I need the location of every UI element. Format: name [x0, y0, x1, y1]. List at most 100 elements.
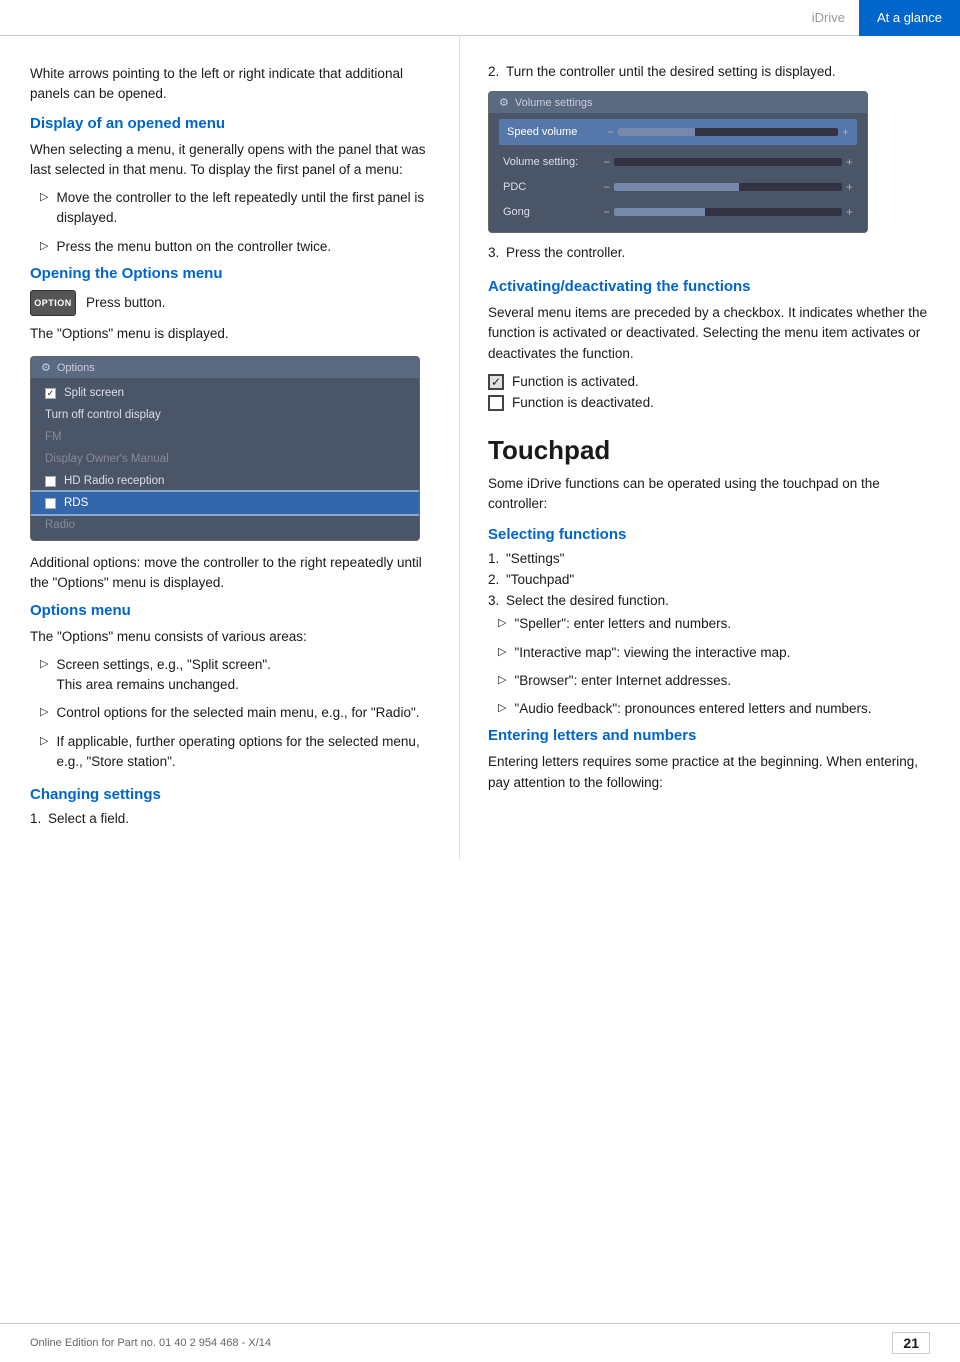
turn-off-label: Turn off control display [45, 409, 161, 421]
gong-label: Gong [503, 206, 603, 218]
right-step-3: 3. Press the controller. [488, 245, 930, 260]
options-bullet-3-main: If applicable, further operating options… [56, 732, 431, 773]
options-menu-desc-heading: Options menu [30, 602, 431, 619]
gong-plus: + [846, 205, 853, 219]
checkbox-rds [45, 498, 56, 509]
options-menu-screenshot: ⚙ Options ✓ Split screen Turn off contro… [30, 356, 420, 541]
volume-body: Speed volume − + Volume setting: − [489, 113, 867, 232]
volume-setting-bar-wrap: − + [603, 155, 853, 169]
pdc-bar-wrap: − + [603, 180, 853, 194]
options-title-icon: ⚙ [41, 361, 51, 374]
footer-online-text: Online Edition for Part no. 01 40 2 954 … [30, 1337, 271, 1349]
selecting-functions-heading: Selecting functions [488, 526, 930, 543]
right-step-2-num: 2. [488, 64, 506, 79]
sel-arrow-3: ▷ [498, 673, 506, 691]
func-deactivated-row: Function is deactivated. [488, 395, 930, 411]
vol-setting-plus: + [846, 155, 853, 169]
func-activated-text: Function is activated. [512, 374, 639, 389]
activating-body: Several menu items are preceded by a che… [488, 303, 930, 364]
volume-title-text: Volume settings [515, 97, 593, 109]
func-unchecked-icon [488, 395, 504, 411]
pdc-minus: − [603, 180, 610, 194]
menu-displayed-text: The "Options" menu is displayed. [30, 324, 431, 344]
sel-num-2: 2. [488, 572, 506, 587]
press-button-text: Press button. [86, 295, 166, 310]
right-step-3-text: Press the controller. [506, 245, 625, 260]
func-deactivated-text: Function is deactivated. [512, 395, 654, 410]
options-bullet-1: ▷ Screen settings, e.g., "Split screen".… [40, 655, 431, 696]
touchpad-body: Some iDrive functions can be operated us… [488, 474, 930, 515]
options-menu-desc-body: The "Options" menu consists of various a… [30, 627, 431, 647]
volume-title-icon: ⚙ [499, 96, 509, 109]
activating-heading: Activating/deactivating the functions [488, 278, 930, 295]
sel-bullet-3-text: "Browser": enter Internet addresses. [514, 671, 731, 691]
options-arrow-2: ▷ [40, 705, 48, 723]
options-menu-desc-section: Options menu The "Options" menu consists… [30, 602, 431, 773]
volume-title-bar: ⚙ Volume settings [489, 92, 867, 113]
display-opened-menu-heading: Display of an opened menu [30, 115, 431, 132]
menu-row-rds: RDS [31, 492, 419, 514]
volume-speed-row: Speed volume − + [499, 119, 857, 145]
entering-body: Entering letters requires some practice … [488, 752, 930, 793]
sel-bullet-3: ▷ "Browser": enter Internet addresses. [498, 671, 930, 691]
page-footer: Online Edition for Part no. 01 40 2 954 … [0, 1323, 960, 1362]
pdc-label: PDC [503, 181, 603, 193]
sel-arrow-2: ▷ [498, 645, 506, 663]
gong-bar-fill [614, 208, 705, 216]
gong-row: Gong − + [499, 201, 857, 223]
sel-step-1-text: "Settings" [506, 551, 564, 566]
opening-options-section: Opening the Options menu OPTION Press bu… [30, 265, 431, 594]
menu-row-radio: Radio [31, 514, 419, 536]
checkbox-hd-radio [45, 476, 56, 487]
sel-bullet-1: ▷ "Speller": enter letters and numbers. [498, 614, 930, 634]
right-step-2-text: Turn the controller until the desired se… [506, 64, 836, 79]
sel-bullet-2-text: "Interactive map": viewing the interacti… [514, 643, 790, 663]
option-button-img: OPTION [30, 290, 76, 316]
options-bullet-3: ▷ If applicable, further operating optio… [40, 732, 431, 773]
vol-setting-bar-bg [614, 158, 842, 166]
speed-bar-bg [618, 128, 838, 136]
sel-bullet-4: ▷ "Audio feedback": pronounces entered l… [498, 699, 930, 719]
page-number: 21 [892, 1332, 930, 1354]
pdc-bar-fill [614, 183, 739, 191]
split-screen-label: Split screen [64, 387, 124, 399]
selecting-step-1: 1. "Settings" [488, 551, 930, 566]
page-content: White arrows pointing to the left or rig… [0, 36, 960, 860]
menu-row-hd-radio: HD Radio reception [31, 470, 419, 492]
speed-volume-label: Speed volume [507, 126, 607, 138]
owners-manual-label: Display Owner's Manual [45, 453, 169, 465]
func-checked-icon: ✓ [488, 374, 504, 390]
options-bullet-2: ▷ Control options for the selected main … [40, 703, 431, 723]
intro-text: White arrows pointing to the left or rig… [30, 64, 431, 105]
rds-label: RDS [64, 497, 88, 509]
display-opened-menu-body: When selecting a menu, it generally open… [30, 140, 431, 181]
bullet-arrow-1: ▷ [40, 190, 48, 229]
pdc-plus: + [846, 180, 853, 194]
sel-arrow-4: ▷ [498, 701, 506, 719]
selecting-step-2: 2. "Touchpad" [488, 572, 930, 587]
opening-options-heading: Opening the Options menu [30, 265, 431, 282]
step-num-1: 1. [30, 811, 48, 826]
display-bullet-2-text: Press the menu button on the controller … [56, 237, 331, 257]
vol-setting-minus: − [603, 155, 610, 169]
options-bullet-2-main: Control options for the selected main me… [56, 703, 419, 723]
changing-step-1-text: Select a field. [48, 811, 129, 826]
right-step-2: 2. Turn the controller until the desired… [488, 64, 930, 79]
options-menu-body: ✓ Split screen Turn off control display … [31, 378, 419, 540]
speed-volume-bar-wrap: − + [607, 125, 849, 139]
menu-row-fm: FM [31, 426, 419, 448]
options-arrow-1: ▷ [40, 657, 48, 696]
changing-step-1: 1. Select a field. [30, 811, 431, 826]
speed-plus: + [842, 125, 849, 139]
options-title-bar: ⚙ Options [31, 357, 419, 378]
menu-row-owners-manual: Display Owner's Manual [31, 448, 419, 470]
additional-options-text: Additional options: move the controller … [30, 553, 431, 594]
options-title-text: Options [57, 362, 95, 374]
changing-settings-heading: Changing settings [30, 786, 431, 803]
options-arrow-3: ▷ [40, 734, 48, 773]
sel-step-2-text: "Touchpad" [506, 572, 574, 587]
header-idrive-label: iDrive [798, 10, 859, 25]
sel-bullet-2: ▷ "Interactive map": viewing the interac… [498, 643, 930, 663]
bullet-arrow-2: ▷ [40, 239, 48, 257]
fm-label: FM [45, 431, 62, 443]
